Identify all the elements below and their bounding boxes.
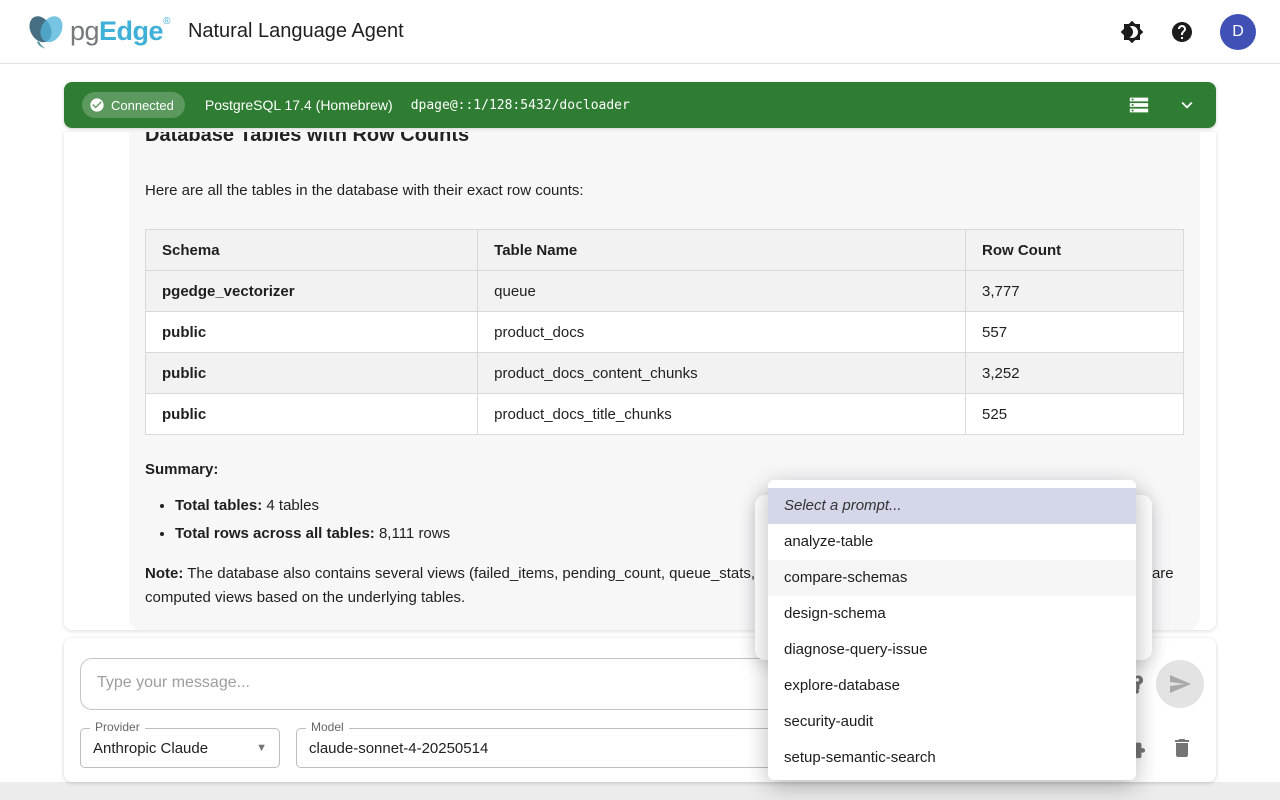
provider-select[interactable]: Provider Anthropic Claude ▼ (80, 728, 280, 768)
page-title: Natural Language Agent (188, 20, 404, 43)
cell-row-count: 3,777 (966, 271, 1184, 312)
provider-label: Provider (90, 720, 145, 734)
cell-row-count: 525 (966, 394, 1184, 435)
help-icon[interactable] (1170, 20, 1194, 44)
menu-item-analyze-table[interactable]: analyze-table (768, 524, 1136, 560)
connection-bar[interactable]: Connected PostgreSQL 17.4 (Homebrew) dpa… (64, 82, 1216, 128)
cell-schema: public (146, 353, 478, 394)
model-value: claude-sonnet-4-20250514 (309, 740, 488, 757)
summary-heading: Summary: (145, 461, 1184, 478)
table-row: public product_docs_content_chunks 3,252 (146, 353, 1184, 394)
column-header-schema: Schema (146, 230, 478, 271)
connected-status-label: Connected (111, 98, 174, 113)
cell-table-name: product_docs (478, 312, 966, 353)
column-header-row-count: Row Count (966, 230, 1184, 271)
cell-table-name: product_docs_content_chunks (478, 353, 966, 394)
storage-icon[interactable] (1128, 94, 1150, 116)
table-row: pgedge_vectorizer queue 3,777 (146, 271, 1184, 312)
menu-item-diagnose-query-issue[interactable]: diagnose-query-issue (768, 632, 1136, 668)
select-arrow-icon: ▼ (256, 742, 267, 754)
menu-item-explore-database[interactable]: explore-database (768, 668, 1136, 704)
cell-table-name: product_docs_title_chunks (478, 394, 966, 435)
prompt-select-menu: Select a prompt... analyze-table compare… (768, 480, 1136, 780)
table-row: public product_docs 557 (146, 312, 1184, 353)
menu-item-placeholder[interactable]: Select a prompt... (768, 488, 1136, 524)
connected-status-badge: Connected (82, 92, 185, 118)
check-circle-icon (89, 97, 105, 113)
send-icon (1168, 672, 1192, 696)
menu-item-design-schema[interactable]: design-schema (768, 596, 1136, 632)
message-intro: Here are all the tables in the database … (145, 180, 1184, 201)
cell-schema: pgedge_vectorizer (146, 271, 478, 312)
menu-item-security-audit[interactable]: security-audit (768, 704, 1136, 740)
server-version-label: PostgreSQL 17.4 (Homebrew) (205, 97, 393, 113)
trash-icon[interactable] (1170, 736, 1194, 760)
page-background-strip (0, 782, 1280, 800)
menu-item-compare-schemas[interactable]: compare-schemas (768, 560, 1136, 596)
message-heading: Database Tables with Row Counts (145, 132, 1184, 150)
brand-text: pgEdge® (70, 16, 170, 47)
app-header: pgEdge® Natural Language Agent D (0, 0, 1280, 64)
menu-item-setup-semantic-search[interactable]: setup-semantic-search (768, 740, 1136, 776)
pgedge-logo: pgEdge® (24, 13, 170, 51)
table-header-row: Schema Table Name Row Count (146, 230, 1184, 271)
connection-string: dpage@::1/128:5432/docloader (411, 98, 630, 113)
cell-schema: public (146, 312, 478, 353)
user-avatar[interactable]: D (1220, 14, 1256, 50)
send-button[interactable] (1156, 660, 1204, 708)
provider-value: Anthropic Claude (93, 740, 208, 757)
pgedge-heart-icon (24, 13, 68, 51)
theme-toggle-icon[interactable] (1120, 20, 1144, 44)
cell-table-name: queue (478, 271, 966, 312)
row-counts-table: Schema Table Name Row Count pgedge_vecto… (145, 229, 1184, 435)
cell-row-count: 557 (966, 312, 1184, 353)
chevron-down-icon[interactable] (1176, 94, 1198, 116)
model-label: Model (306, 720, 349, 734)
table-row: public product_docs_title_chunks 525 (146, 394, 1184, 435)
cell-schema: public (146, 394, 478, 435)
column-header-table-name: Table Name (478, 230, 966, 271)
cell-row-count: 3,252 (966, 353, 1184, 394)
